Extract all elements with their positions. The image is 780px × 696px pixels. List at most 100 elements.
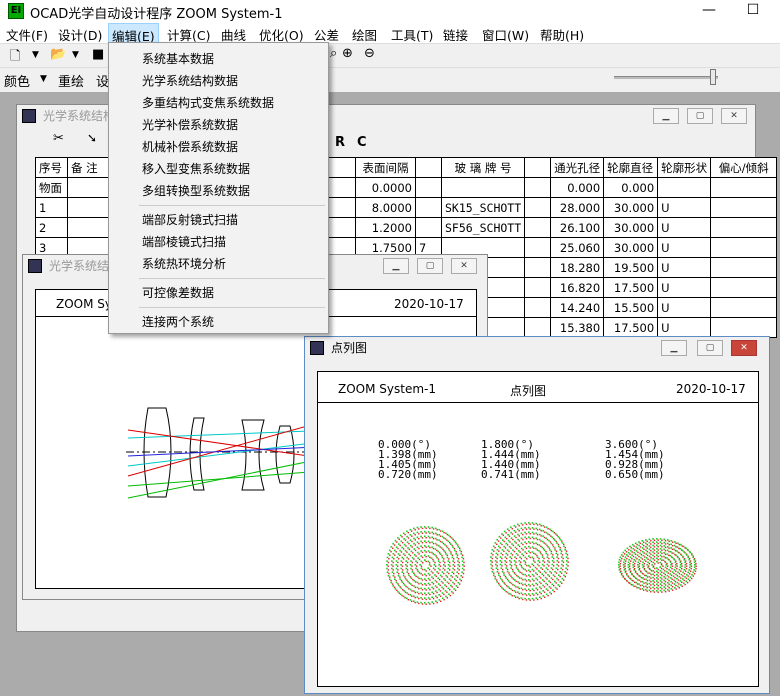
table-cell[interactable]: 15.500	[603, 297, 659, 318]
scissors-icon[interactable]: ✂	[53, 131, 64, 146]
table-cell[interactable]	[524, 277, 552, 298]
table-cell[interactable]	[710, 217, 778, 238]
menu-tools[interactable]: 工具(T)	[391, 25, 433, 44]
table-cell[interactable]: 14.240	[550, 297, 605, 318]
table-cell[interactable]: 2	[35, 217, 68, 238]
table-cell[interactable]: 15.380	[550, 317, 605, 338]
zoom-slider-track[interactable]	[614, 76, 718, 79]
table-cell[interactable]: 0.000	[550, 177, 605, 198]
window-close-button[interactable]: ✕	[451, 258, 477, 274]
table-cell[interactable]: U	[657, 317, 712, 338]
window-minimize-button[interactable]: ▁	[661, 340, 687, 356]
menu-item-prism-scan[interactable]: 端部棱镜式扫描	[142, 233, 226, 250]
menu-item-multi-config-zoom[interactable]: 多重结构式变焦系统数据	[142, 94, 274, 111]
tool-r-button[interactable]: R	[335, 135, 345, 150]
window-minimize-button[interactable]: ▁	[653, 108, 679, 124]
table-cell[interactable]: U	[657, 237, 712, 258]
table-cell[interactable]: 0.000	[603, 177, 659, 198]
menu-item-connect-systems[interactable]: 连接两个系统	[142, 313, 214, 330]
open-folder-icon[interactable]: 📂	[50, 47, 66, 62]
table-cell[interactable]: 25.060	[550, 237, 605, 258]
new-file-icon[interactable]: 🗋	[10, 47, 20, 69]
table-cell[interactable]	[415, 177, 442, 198]
zoom-out-icon[interactable]: ⊖	[364, 46, 375, 61]
table-cell[interactable]: 19.500	[603, 257, 659, 278]
table-cell[interactable]: 17.500	[603, 277, 659, 298]
table-cell[interactable]: 1.2000	[355, 217, 416, 238]
menu-item-structure-data[interactable]: 光学系统结构数据	[142, 72, 238, 89]
save-icon[interactable]: ■	[92, 47, 104, 62]
table-cell[interactable]	[710, 197, 778, 218]
menu-item-mirror-scan[interactable]: 端部反射镜式扫描	[142, 211, 238, 228]
chevron-down-icon[interactable]: ▼	[72, 50, 79, 60]
menu-draw[interactable]: 绘图	[352, 25, 377, 44]
table-cell[interactable]: 1	[35, 197, 68, 218]
table-cell[interactable]	[524, 257, 552, 278]
window-close-button[interactable]: ✕	[731, 340, 757, 356]
zoom-slider-thumb[interactable]	[710, 69, 716, 85]
table-cell[interactable]: U	[657, 297, 712, 318]
table-cell[interactable]: U	[657, 277, 712, 298]
table-cell[interactable]	[415, 197, 442, 218]
table-cell[interactable]: SF56_SCHOTT	[440, 217, 526, 238]
table-cell[interactable]	[524, 217, 552, 238]
table-cell[interactable]	[415, 217, 442, 238]
tool-c-button[interactable]: C	[357, 135, 367, 150]
table-cell[interactable]	[524, 317, 552, 338]
table-cell[interactable]: 16.820	[550, 277, 605, 298]
menu-window[interactable]: 窗口(W)	[482, 25, 529, 44]
window-maximize-button[interactable]: ▢	[697, 340, 723, 356]
table-cell[interactable]: 28.000	[550, 197, 605, 218]
table-cell[interactable]: 17.500	[603, 317, 659, 338]
table-cell[interactable]: 26.100	[550, 217, 605, 238]
window-maximize-button[interactable]: ▢	[687, 108, 713, 124]
table-cell[interactable]: 物面	[35, 177, 68, 198]
table-cell[interactable]: 30.000	[603, 217, 659, 238]
table-cell[interactable]: 30.000	[603, 197, 659, 218]
table-cell[interactable]: 8.0000	[355, 197, 416, 218]
table-cell[interactable]	[710, 277, 778, 298]
zoom-range-icon[interactable]: ⌕	[330, 46, 337, 61]
table-cell[interactable]: 18.280	[550, 257, 605, 278]
table-cell[interactable]: U	[657, 257, 712, 278]
menu-item-thermal-analysis[interactable]: 系统热环境分析	[142, 255, 226, 272]
table-cell[interactable]	[710, 237, 778, 258]
color-button[interactable]: 颜色	[4, 71, 30, 90]
menu-link[interactable]: 链接	[443, 25, 468, 44]
minimize-button[interactable]: —	[686, 0, 732, 22]
menu-item-optical-compensation[interactable]: 光学补偿系统数据	[142, 116, 238, 133]
arrow-icon[interactable]: ➘	[87, 131, 97, 145]
table-cell[interactable]	[524, 297, 552, 318]
table-cell[interactable]: U	[657, 217, 712, 238]
table-cell[interactable]	[524, 177, 552, 198]
window-close-button[interactable]: ✕	[721, 108, 747, 124]
table-cell[interactable]	[657, 177, 712, 198]
table-cell[interactable]: U	[657, 197, 712, 218]
table-cell[interactable]	[710, 177, 778, 198]
chevron-down-icon[interactable]: ▼	[40, 74, 47, 84]
menu-item-controllable-aberration[interactable]: 可控像差数据	[142, 284, 214, 301]
menu-item-insertion-zoom[interactable]: 移入型变焦系统数据	[142, 160, 250, 177]
menu-edit[interactable]: 编辑(E)	[108, 23, 159, 44]
table-cell[interactable]	[524, 197, 552, 218]
table-cell[interactable]	[710, 297, 778, 318]
window-maximize-button[interactable]: ▢	[417, 258, 443, 274]
table-cell[interactable]: 30.000	[603, 237, 659, 258]
table-cell[interactable]: SK15_SCHOTT	[440, 197, 526, 218]
menu-item-mechanical-compensation[interactable]: 机械补偿系统数据	[142, 138, 238, 155]
window-minimize-button[interactable]: ▁	[383, 258, 409, 274]
table-cell[interactable]	[710, 317, 778, 338]
table-cell[interactable]	[524, 237, 552, 258]
table-cell[interactable]: 0.0000	[355, 177, 416, 198]
menu-design[interactable]: 设计(D)	[58, 25, 102, 44]
zoom-in-icon[interactable]: ⊕	[342, 46, 353, 61]
chevron-down-icon[interactable]: ▼	[32, 50, 39, 60]
table-cell[interactable]	[710, 257, 778, 278]
table-cell[interactable]	[440, 177, 526, 198]
menu-item-basic-data[interactable]: 系统基本数据	[142, 50, 214, 67]
menu-file[interactable]: 文件(F)	[6, 25, 48, 44]
menu-help[interactable]: 帮助(H)	[540, 25, 584, 44]
menu-item-multi-group-switch[interactable]: 多组转换型系统数据	[142, 182, 250, 199]
maximize-button[interactable]: ☐	[730, 0, 776, 22]
redraw-button[interactable]: 重绘	[58, 71, 84, 90]
